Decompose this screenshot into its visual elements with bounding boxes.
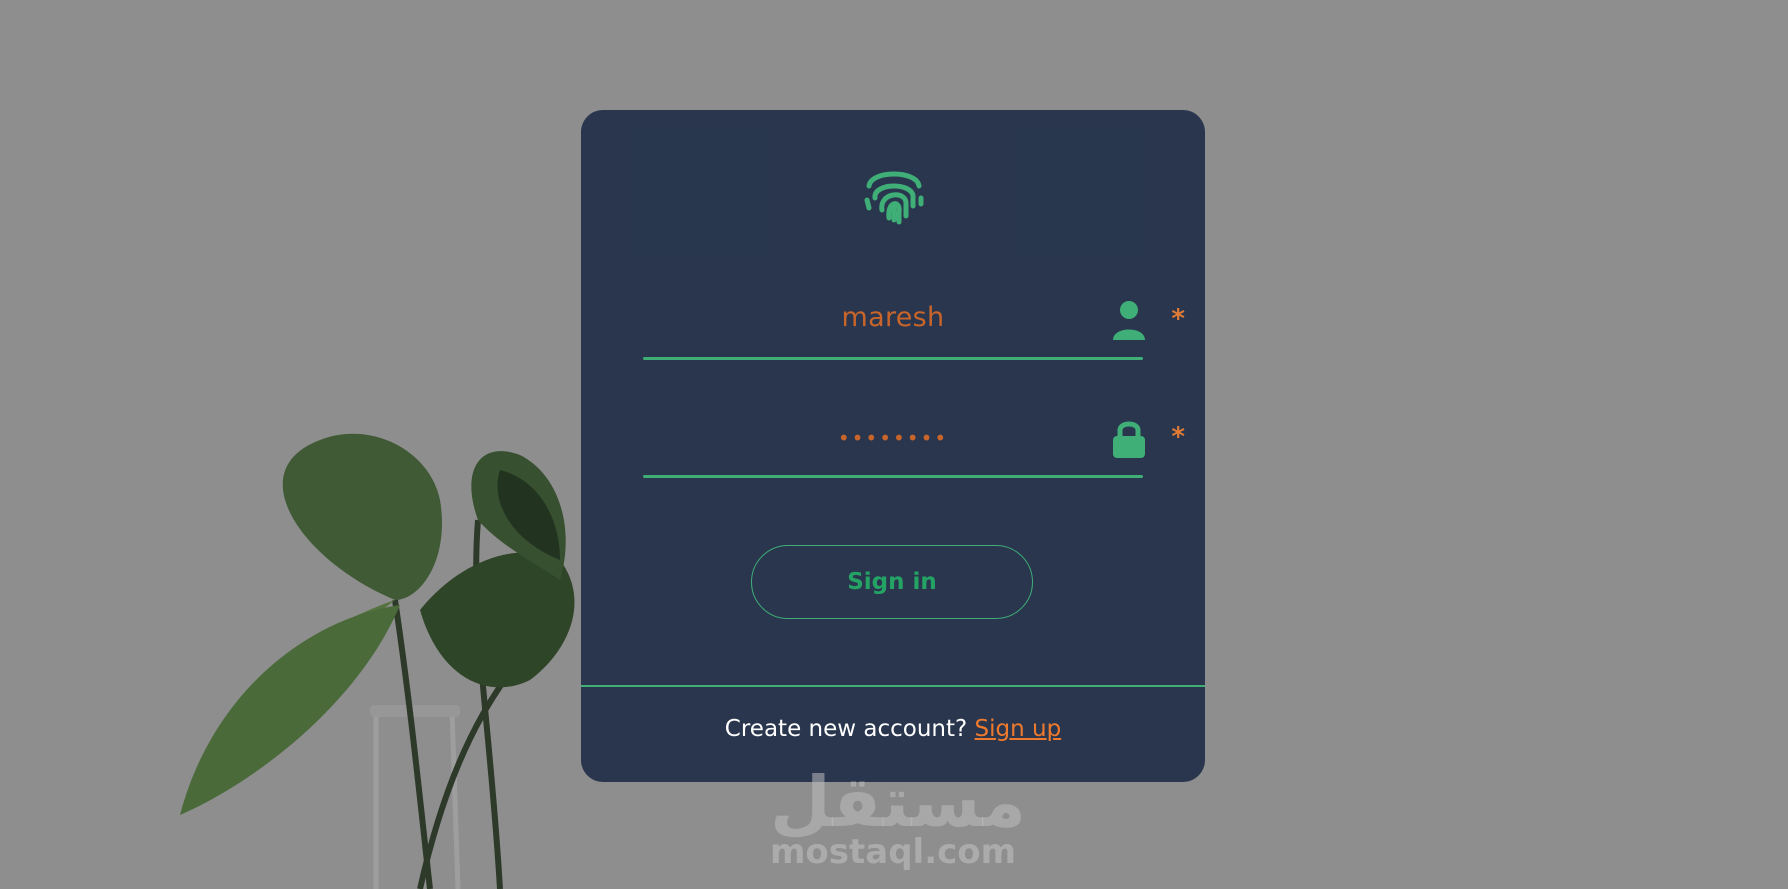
required-marker: * xyxy=(1171,422,1185,452)
card-divider xyxy=(581,685,1205,687)
login-page: maresh * •••••••• * Sign in Create new a… xyxy=(0,0,1788,889)
watermark-arabic-text: مستقل xyxy=(770,761,1027,843)
login-card: maresh * •••••••• * Sign in Create new a… xyxy=(581,110,1205,782)
username-underline xyxy=(643,357,1143,360)
watermark-logo: مستقل mostaql.com xyxy=(770,761,1027,872)
password-field[interactable]: •••••••• * xyxy=(643,408,1185,478)
lock-icon xyxy=(1113,421,1145,458)
username-input[interactable]: maresh xyxy=(643,302,1143,333)
signup-prompt: Create new account? Sign up xyxy=(581,716,1205,742)
watermark-site-text: mostaql.com xyxy=(770,832,1017,872)
sign-up-link[interactable]: Sign up xyxy=(975,716,1062,742)
fingerprint-icon xyxy=(864,171,924,225)
username-field[interactable]: maresh * xyxy=(643,290,1185,360)
password-input[interactable]: •••••••• xyxy=(643,426,1143,450)
sign-in-button[interactable]: Sign in xyxy=(751,545,1033,619)
create-account-text: Create new account? xyxy=(724,716,968,742)
password-underline xyxy=(643,475,1143,478)
user-icon xyxy=(1113,301,1145,340)
required-marker: * xyxy=(1171,304,1185,334)
